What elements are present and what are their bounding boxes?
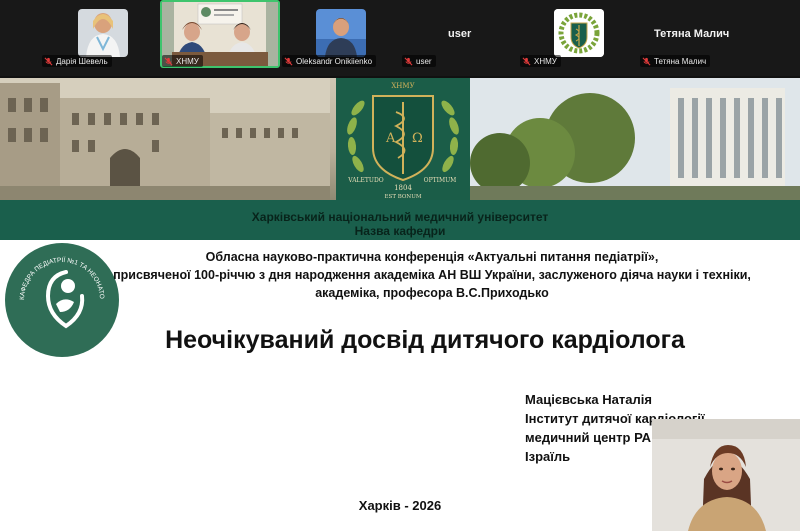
university-name: Харківський національний медичний універ… — [251, 210, 549, 224]
mic-off-icon — [404, 57, 413, 65]
participant-nametag: user — [402, 55, 436, 67]
participant-nametag: ХНМУ — [162, 55, 203, 67]
modern-building-photo — [470, 78, 800, 200]
participant-tile[interactable]: Oleksandr Onikiienko — [282, 0, 392, 76]
participant-video — [554, 9, 604, 57]
presentation-title: Неочікуваний досвід дитячого кардіолога — [165, 326, 685, 354]
participants-strip: Дарія Шевель ХНМУ Oleksandr Onikiienko u… — [0, 0, 800, 76]
participant-name: ХНМУ — [176, 56, 199, 66]
participant-tile[interactable]: Тетяна Малич Тетяна Малич — [640, 0, 790, 76]
university-emblem-icon — [554, 9, 604, 57]
speaker-video[interactable] — [652, 419, 800, 531]
mic-off-icon — [44, 57, 53, 65]
emblem-top-text: ХНМУ — [391, 82, 414, 90]
participant-nametag: ХНМУ — [520, 55, 561, 67]
university-emblem: Α Ω ХНМУ VALETUDO OPTIMUM 1804 EST BONUM — [336, 78, 470, 200]
conference-description: Обласна науково-практична конференція «А… — [112, 248, 752, 302]
participant-display-name: user — [448, 28, 472, 40]
participant-nametag: Oleksandr Onikiienko — [282, 55, 377, 67]
participant-name: Дарія Шевель — [56, 56, 108, 66]
shared-slide: Α Ω ХНМУ VALETUDO OPTIMUM 1804 EST BONUM… — [0, 78, 800, 531]
participant-nametag: Тетяна Малич — [640, 55, 711, 67]
participant-nametag: Дарія Шевель — [42, 55, 112, 67]
conference-line: академіка, професора В.С.Приходько — [315, 286, 549, 300]
participant-video — [78, 9, 128, 57]
participant-tile-active[interactable]: ХНМУ — [160, 0, 282, 76]
historic-building-photo — [0, 78, 330, 200]
emblem-motto-right: OPTIMUM — [424, 177, 457, 184]
conference-line: Обласна науково-практична конференція «А… — [205, 250, 659, 264]
participant-tile[interactable]: user user — [400, 0, 510, 76]
participant-video — [316, 9, 366, 57]
mic-off-icon — [164, 57, 173, 65]
mic-off-icon — [284, 57, 293, 65]
emblem-alpha: Α — [385, 131, 396, 146]
emblem-year: 1804 — [394, 184, 412, 192]
participant-display-name: Тетяна Малич — [654, 28, 730, 40]
participant-tile[interactable]: Дарія Шевель — [42, 0, 128, 76]
participant-tile[interactable]: ХНМУ — [520, 0, 620, 76]
emblem-omega: Ω — [412, 131, 423, 146]
participant-name: Oleksandr Onikiienko — [296, 56, 373, 66]
department-name: Назва кафедри — [354, 224, 446, 238]
mic-off-icon — [642, 57, 651, 65]
author-line: Мацієвська Наталія — [525, 392, 652, 407]
participant-name: ХНМУ — [534, 56, 557, 66]
mic-off-icon — [522, 57, 531, 65]
participant-name: user — [416, 56, 432, 66]
emblem-motto-left: VALETUDO — [347, 177, 383, 184]
slide-banner: Α Ω ХНМУ VALETUDO OPTIMUM 1804 EST BONUM — [0, 78, 800, 200]
conference-line: присвяченої 100-річчю з дня народження а… — [113, 268, 751, 282]
participant-name: Тетяна Малич — [654, 56, 707, 66]
